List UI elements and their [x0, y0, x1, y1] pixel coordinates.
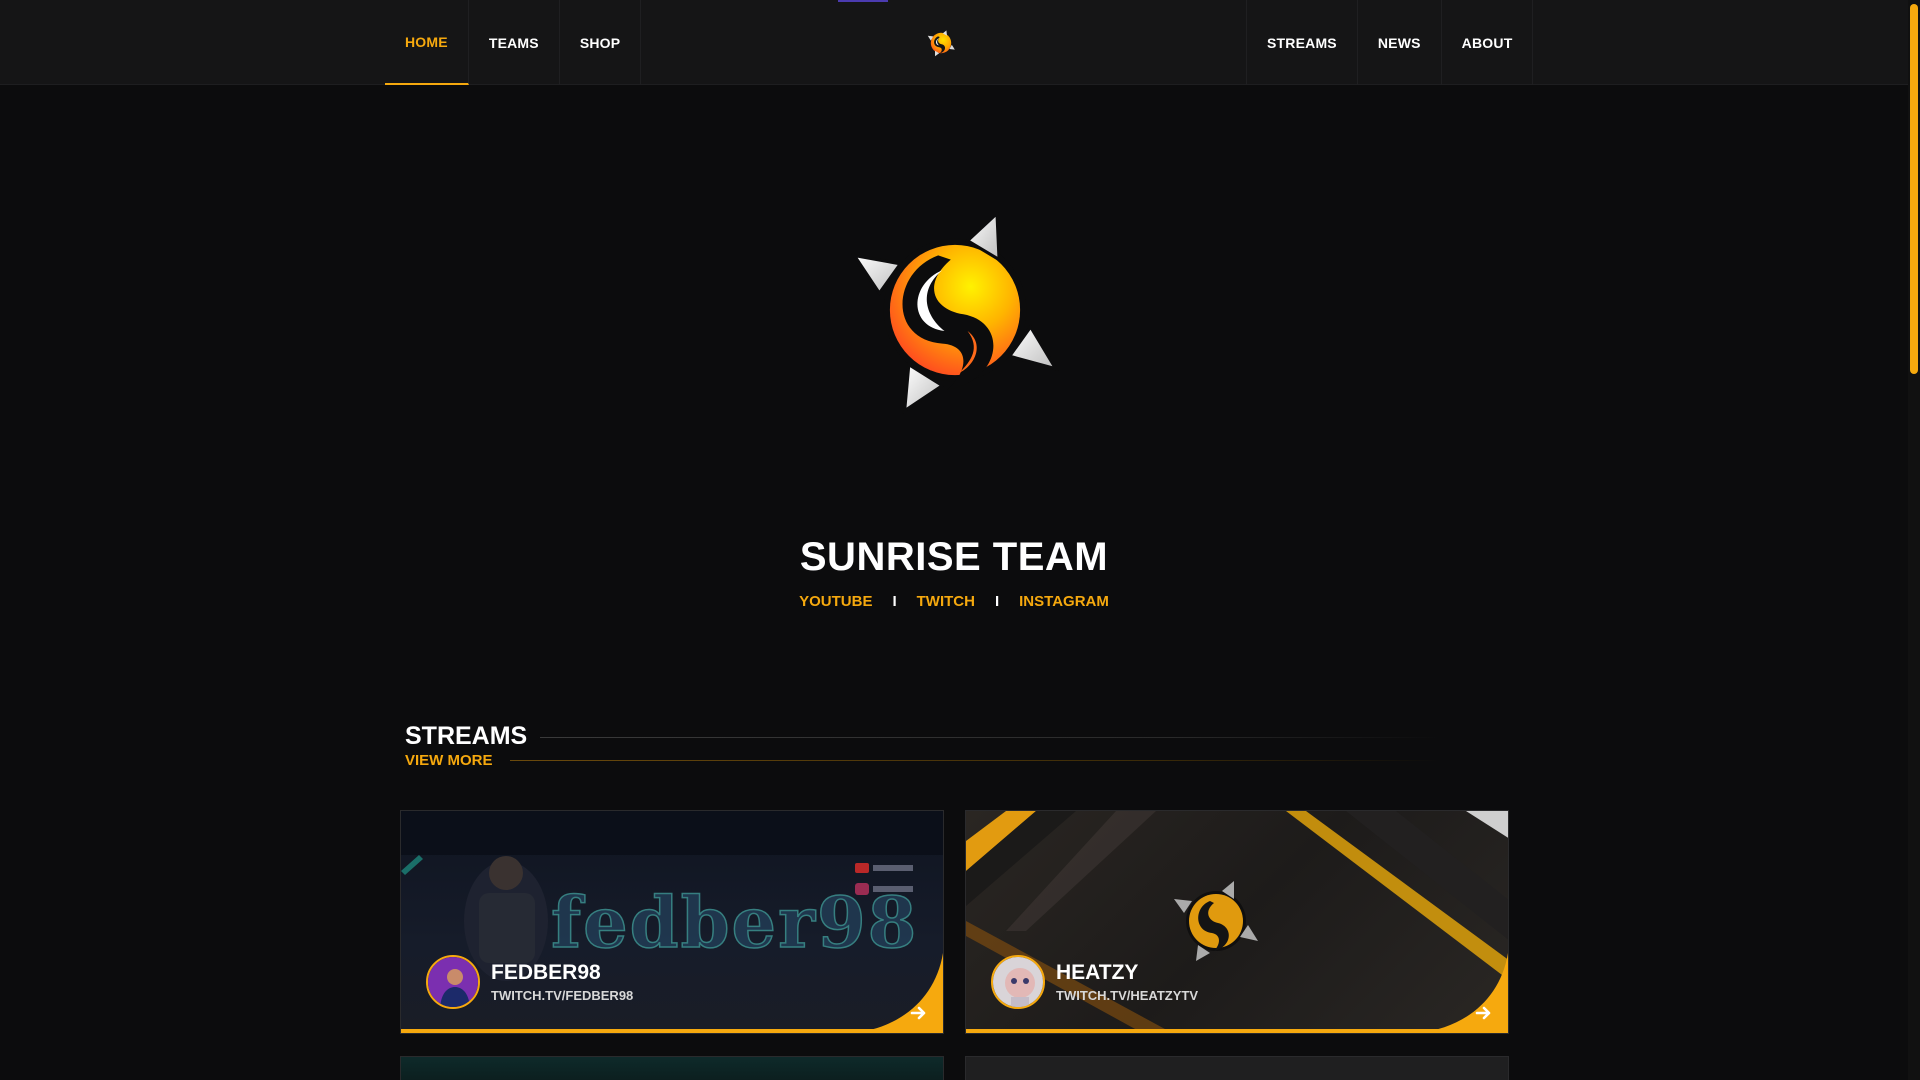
nav-item-shop[interactable]: SHOP [560, 0, 642, 85]
page-scrollbar[interactable] [1908, 0, 1920, 1080]
card-bottom-bar [966, 1029, 1508, 1033]
nav-left-group: HOME TEAMS SHOP [385, 0, 642, 85]
banner-text: fedber98 [550, 880, 919, 965]
card-corner [1418, 953, 1508, 1033]
streamer-url[interactable]: TWITCH.TV/HEATZYTV [1056, 988, 1198, 1003]
view-more-link[interactable]: VIEW MORE [405, 752, 493, 769]
nav-item-about[interactable]: ABOUT [1440, 0, 1534, 85]
social-separator: I [994, 593, 1000, 610]
stream-card-fedber98[interactable]: fedber98 FEDBER98 TWITCH.TV/FEDBER98 [400, 810, 944, 1034]
streams-section-title: STREAMS [405, 722, 528, 750]
streamer-url[interactable]: TWITCH.TV/FEDBER98 [491, 988, 633, 1003]
section-divider [540, 737, 1440, 738]
stream-card-partial[interactable] [965, 1056, 1509, 1080]
nav-top-accent [838, 0, 888, 2]
card-bottom-bar [401, 1029, 943, 1033]
social-separator: I [892, 593, 897, 610]
top-navbar: HOME TEAMS SHOP STREAMS NEWS ABOUT [0, 0, 1908, 85]
nav-item-streams[interactable]: STREAMS [1246, 0, 1357, 85]
scrollbar-thumb[interactable] [1910, 4, 1918, 374]
twitch-link[interactable]: TWITCH [917, 593, 975, 610]
nav-item-teams[interactable]: TEAMS [469, 0, 560, 85]
nav-item-home[interactable]: HOME [385, 0, 469, 85]
nav-item-news[interactable]: NEWS [1356, 0, 1441, 85]
stream-card-heatzy[interactable]: HEATZY TWITCH.TV/HEATZYTV [965, 810, 1509, 1034]
avatar [991, 955, 1045, 1009]
arrow-right-icon[interactable] [1474, 1003, 1494, 1023]
streamer-name: FEDBER98 [491, 961, 601, 984]
nav-right-group: STREAMS NEWS ABOUT [1246, 0, 1534, 85]
avatar [426, 955, 480, 1009]
sunrise-logo-icon[interactable] [926, 28, 956, 58]
arrow-right-icon[interactable] [909, 1003, 929, 1023]
youtube-link[interactable]: YOUTUBE [799, 593, 872, 610]
card-corner [853, 953, 943, 1033]
streamer-name: HEATZY [1056, 961, 1139, 984]
instagram-link[interactable]: INSTAGRAM [1019, 593, 1109, 610]
hero-logo-icon [850, 209, 1060, 414]
stream-card-partial[interactable] [400, 1056, 944, 1080]
social-links: YOUTUBE I TWITCH I INSTAGRAM [0, 593, 1908, 610]
section-divider-accent [510, 760, 1440, 761]
team-title: SUNRISE TEAM [799, 535, 1109, 579]
